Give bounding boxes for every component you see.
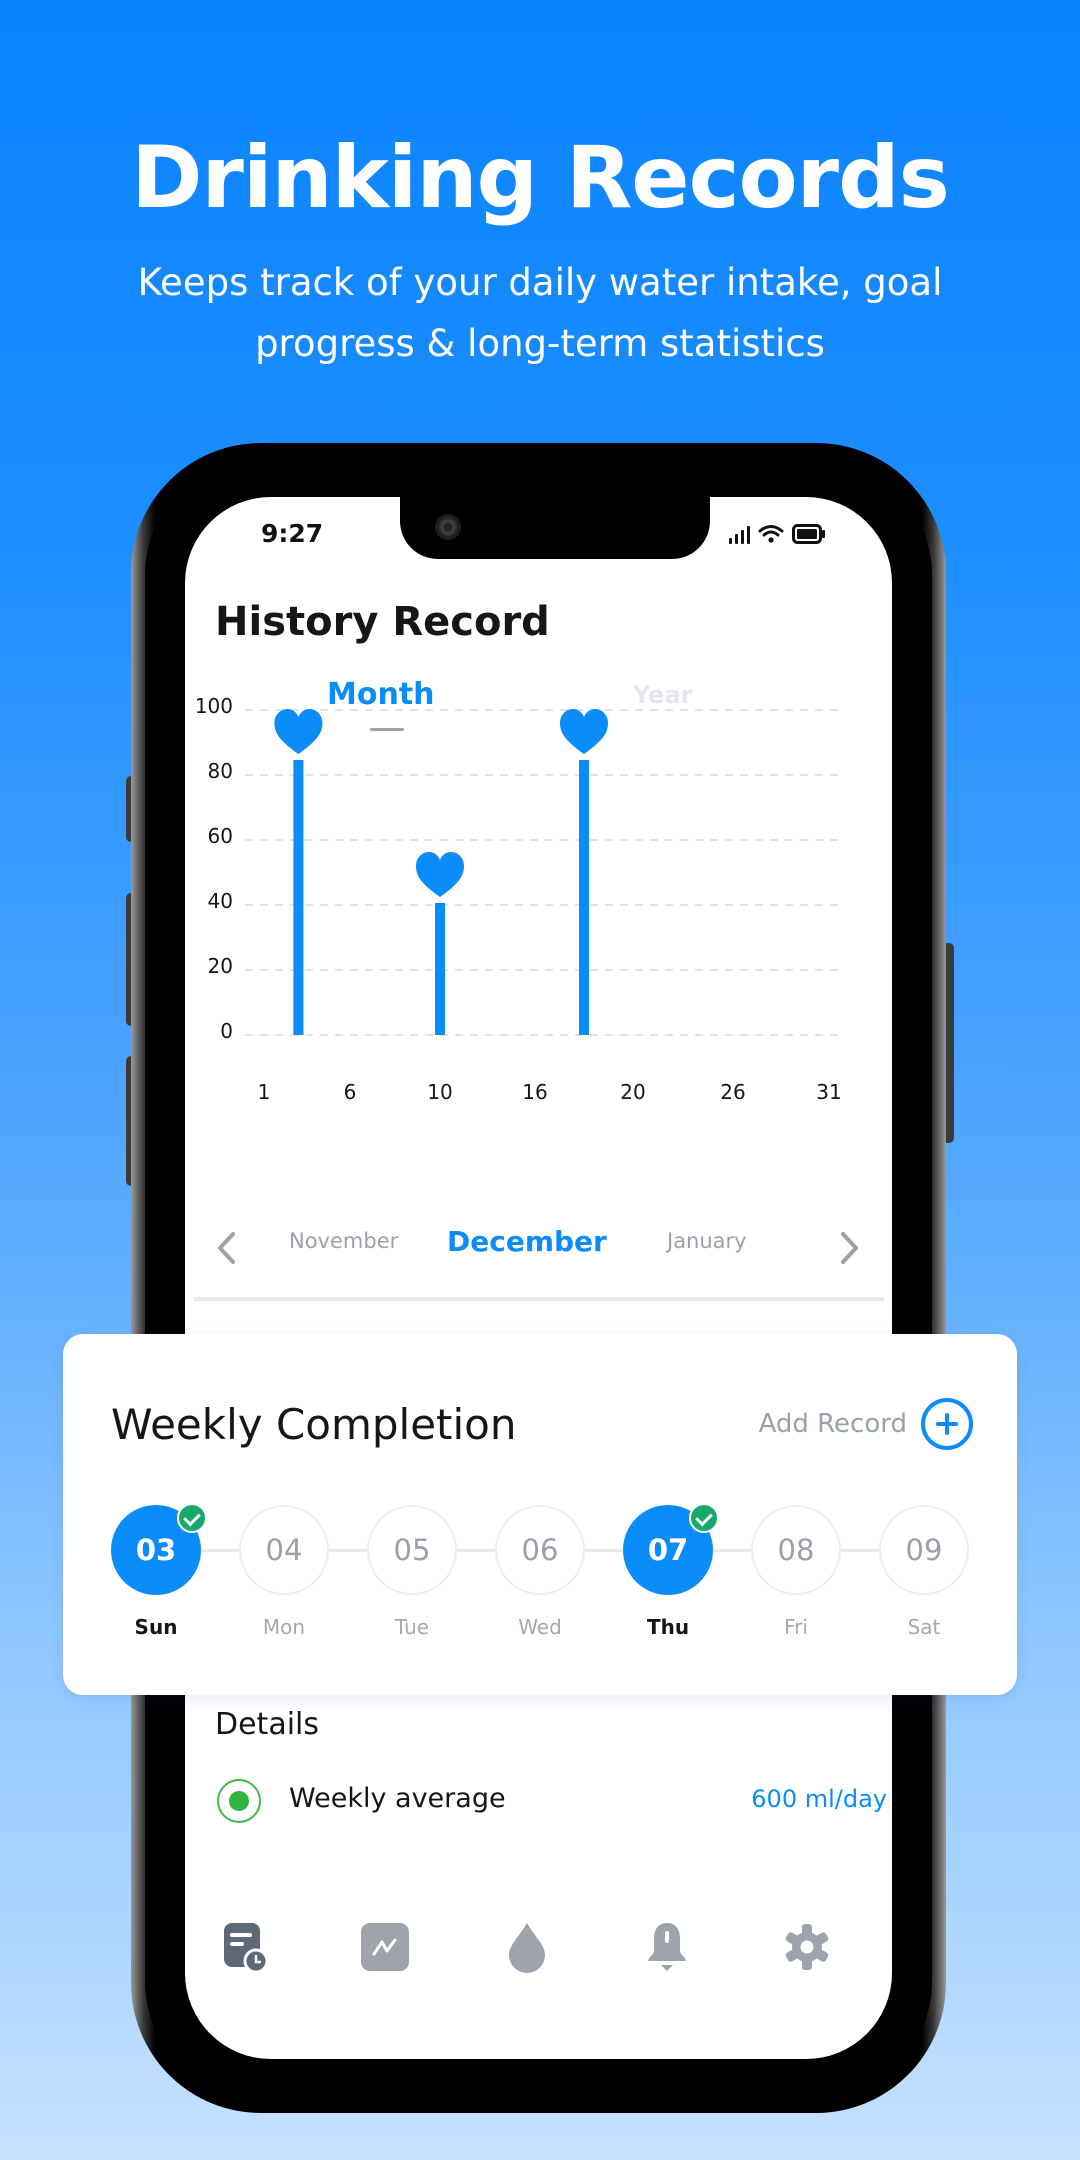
detail-label: Weekly average [289, 1783, 506, 1814]
day-name: Tue [394, 1615, 430, 1639]
day-item[interactable]: 05 Tue [367, 1505, 457, 1639]
statistics-chart-icon [361, 1923, 409, 1971]
chart-bar [293, 760, 304, 1035]
y-tick-label: 80 [208, 759, 233, 783]
tabbar-reminder[interactable] [637, 1917, 697, 1977]
y-tick-label: 100 [195, 694, 233, 718]
x-tick-label: 1 [258, 1080, 271, 1104]
day-name: Sun [134, 1615, 178, 1639]
heart-marker-icon [560, 709, 608, 754]
tabbar-statistics[interactable] [355, 1917, 415, 1977]
section-divider [193, 1297, 884, 1301]
day-item[interactable]: 06 Wed [495, 1505, 585, 1639]
chart-bar [435, 903, 445, 1035]
tabbar-history[interactable] [215, 1917, 275, 1977]
bottom-tab-bar [185, 1917, 892, 1997]
day-number: 03 [135, 1533, 177, 1567]
day-item[interactable]: 07 Thu [623, 1503, 719, 1639]
settings-gear-icon [785, 1924, 829, 1970]
day-number: 06 [521, 1533, 559, 1567]
chevron-left-icon[interactable] [215, 1231, 237, 1265]
tabbar-settings[interactable] [777, 1917, 837, 1977]
heart-marker-icon [416, 852, 464, 897]
green-dot-icon [217, 1779, 261, 1823]
history-record-icon [224, 1923, 269, 1973]
check-badge-icon [177, 1503, 207, 1533]
day-number: 04 [265, 1533, 303, 1567]
detail-value: 600 ml/day [751, 1785, 887, 1813]
day-number: 07 [647, 1533, 689, 1567]
heart-marker-icon [274, 709, 323, 754]
day-circle[interactable]: 07 [623, 1503, 719, 1595]
day-item[interactable]: 08 Fri [751, 1505, 841, 1639]
day-name: Mon [262, 1615, 306, 1639]
x-tick-label: 16 [522, 1080, 547, 1104]
month-current: December [447, 1225, 607, 1258]
day-number: 08 [777, 1533, 815, 1567]
chart-bar [579, 760, 589, 1035]
day-circle[interactable]: 05 [367, 1505, 457, 1595]
day-circle[interactable]: 09 [879, 1505, 969, 1595]
x-tick-label: 26 [720, 1080, 745, 1104]
bell-reminder-icon [648, 1923, 686, 1971]
day-circle[interactable]: 04 [239, 1505, 329, 1595]
day-item[interactable]: 09 Sat [879, 1505, 969, 1639]
month-prev[interactable]: November [289, 1229, 398, 1253]
x-tick-label: 6 [344, 1080, 357, 1104]
month-next[interactable]: January [667, 1229, 747, 1253]
day-item[interactable]: 04 Mon [239, 1505, 329, 1639]
details-title: Details [215, 1707, 320, 1742]
weekly-completion-title: Weekly Completion [111, 1400, 517, 1449]
y-tick-label: 40 [208, 889, 233, 913]
hero-title: Drinking Records [131, 128, 950, 228]
x-tick-label: 20 [620, 1080, 645, 1104]
y-tick-label: 0 [220, 1019, 233, 1043]
y-tick-label: 60 [208, 824, 233, 848]
y-tick-label: 20 [208, 954, 233, 978]
day-circle[interactable]: 08 [751, 1505, 841, 1595]
day-item[interactable]: 03 Sun [111, 1503, 207, 1639]
day-circle[interactable]: 06 [495, 1505, 585, 1595]
day-name: Thu [646, 1615, 690, 1639]
day-number: 09 [905, 1533, 943, 1567]
water-drop-icon [509, 1923, 545, 1973]
check-badge-icon [689, 1503, 719, 1533]
phone-frame: 9:27 History Record Month Year 0 20 40 6… [131, 443, 946, 2113]
day-name: Sat [907, 1615, 941, 1639]
detail-row-weekly-average: Weekly average 600 ml/day [217, 1777, 892, 1827]
app-screen: 9:27 History Record Month Year 0 20 40 6… [185, 497, 892, 2059]
x-tick-label: 31 [816, 1080, 841, 1104]
day-name: Wed [518, 1615, 562, 1639]
add-record-label: Add Record [758, 1409, 907, 1439]
chevron-right-icon[interactable] [839, 1231, 861, 1265]
hero-subtitle: Keeps track of your daily water intake, … [137, 261, 943, 365]
plus-circle-icon[interactable] [921, 1398, 973, 1450]
tabbar-drink[interactable] [497, 1917, 557, 1977]
month-navigator: November December January [185, 1217, 892, 1277]
day-number: 05 [393, 1533, 431, 1567]
weekly-completion-card: Weekly Completion Add Record 03 Sun 04 Mon 0… [63, 1334, 1017, 1695]
x-tick-label: 10 [427, 1080, 452, 1104]
day-name: Fri [784, 1615, 808, 1639]
day-circle[interactable]: 03 [111, 1503, 207, 1595]
add-record-button[interactable]: Add Record [759, 1396, 973, 1452]
